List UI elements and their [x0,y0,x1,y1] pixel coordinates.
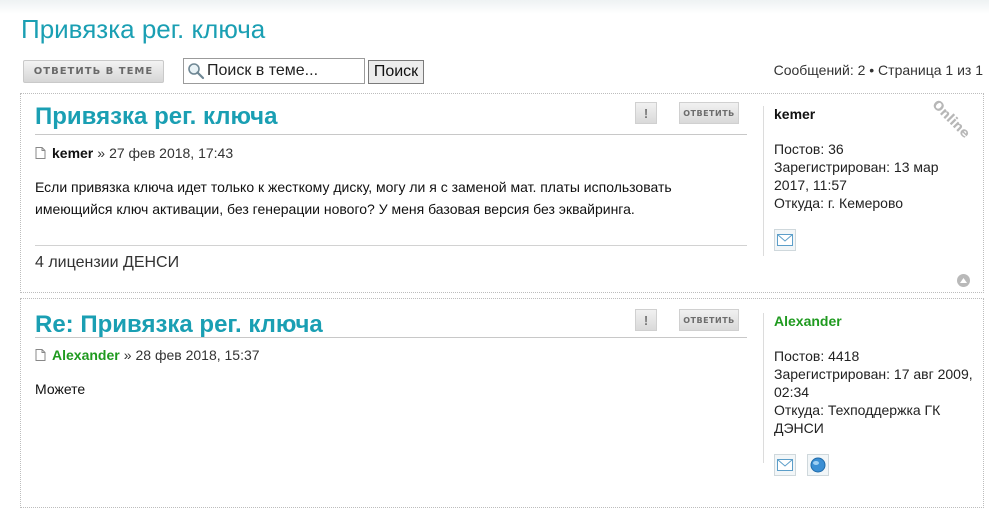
post-content: Можете [35,381,86,397]
back-to-top-button[interactable] [957,274,970,287]
post-author[interactable]: kemer [52,145,93,161]
profile-username[interactable]: Alexander [774,313,973,329]
post-title[interactable]: Re: Привязка рег. ключа [35,311,323,339]
page-title[interactable]: Привязка рег. ключа [21,14,265,45]
post-title[interactable]: Привязка рег. ключа [35,103,277,131]
website-button[interactable] [807,454,829,476]
date-separator: » [97,145,106,161]
profile-posts: Постов: 36 [774,140,973,158]
search-button[interactable]: Поиск [368,60,424,84]
report-button[interactable]: ! [635,309,657,331]
search-icon [188,63,205,80]
report-button[interactable]: ! [635,102,657,124]
profile-location-label: Откуда: [774,402,824,418]
back-to-top-icon [960,278,967,283]
post-icon[interactable] [35,147,46,159]
profile-posts-label: Постов: [774,141,825,157]
post: Привязка рег. ключа ! Ответить kemer » 2… [20,93,984,293]
header-band [0,0,989,14]
search-input[interactable] [205,62,357,80]
email-icon [777,459,793,471]
quote-button[interactable]: Ответить [679,309,739,331]
profile-registered-label: Зарегистрирован: [774,366,891,382]
post-byline: kemer » 27 фев 2018, 17:43 [35,145,233,161]
search-box [183,58,365,84]
post-icon[interactable] [35,349,46,361]
profile-location-value: г. Кемерово [827,195,904,211]
profile-posts-count: 4418 [828,348,860,364]
profile-location: Откуда: г. Кемерово [774,194,973,212]
profile-posts-label: Постов: [774,348,825,364]
post-content: Если привязка ключа идет только к жестко… [35,179,672,217]
post-signature: 4 лицензии ДЕНСИ [35,254,180,271]
post-date: 27 фев 2018, 17:43 [109,145,234,161]
profile-posts-count: 36 [828,141,844,157]
pagination-info: Сообщений: 2 • Страница 1 из 1 [773,62,983,78]
post-title-divider [35,134,747,135]
profile-registered: Зарегистрирован: 17 авг 2009, 02:34 [774,365,973,401]
signature-divider [35,245,747,246]
date-separator: » [123,347,132,363]
profile-posts: Постов: 4418 [774,347,973,365]
post-date: 28 фев 2018, 15:37 [135,347,260,363]
post-byline: Alexander » 28 фев 2018, 15:37 [35,347,260,363]
post: Re: Привязка рег. ключа ! Ответить Alexa… [20,298,984,508]
profile-registered: Зарегистрирован: 13 мар 2017, 11:57 [774,158,973,194]
profile-location: Откуда: Техподдержка ГК ДЭНСИ [774,401,973,437]
reply-topic-button[interactable]: Ответить в теме [23,60,164,83]
email-button[interactable] [774,454,796,476]
email-icon [777,234,793,246]
quote-button[interactable]: Ответить [679,102,739,124]
profile-location-label: Откуда: [774,195,824,211]
post-author[interactable]: Alexander [52,347,120,363]
post-profile: Alexander Постов: 4418 Зарегистрирован: … [763,313,973,463]
website-icon [810,457,826,473]
post-title-divider [35,337,747,338]
email-button[interactable] [774,229,796,251]
profile-registered-label: Зарегистрирован: [774,159,891,175]
